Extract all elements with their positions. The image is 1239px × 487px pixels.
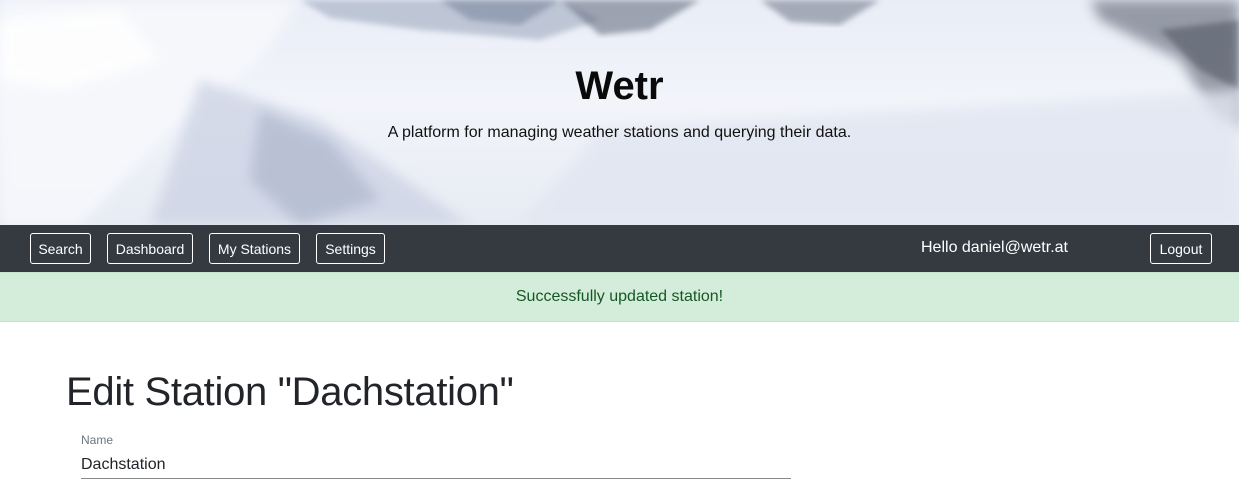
nav-search-button[interactable]: Search [30,233,91,264]
snowy-mountain-background [0,0,1239,225]
success-alert: Successfully updated station! [0,272,1239,322]
logout-button[interactable]: Logout [1150,233,1212,264]
name-field-label: Name [81,433,114,447]
main-navbar: Search Dashboard My Stations Settings He… [0,225,1239,272]
site-subtitle: A platform for managing weather stations… [387,124,852,141]
page-title: Edit Station "Dachstation" [66,370,514,414]
nav-dashboard-button[interactable]: Dashboard [107,233,193,264]
site-title: Wetr [575,64,664,108]
name-field[interactable] [81,452,791,479]
nav-settings-button[interactable]: Settings [316,233,385,264]
hero-banner: Wetr A platform for managing weather sta… [0,0,1239,225]
nav-my-stations-button[interactable]: My Stations [209,233,300,264]
user-greeting: Hello daniel@wetr.at [921,239,1068,256]
